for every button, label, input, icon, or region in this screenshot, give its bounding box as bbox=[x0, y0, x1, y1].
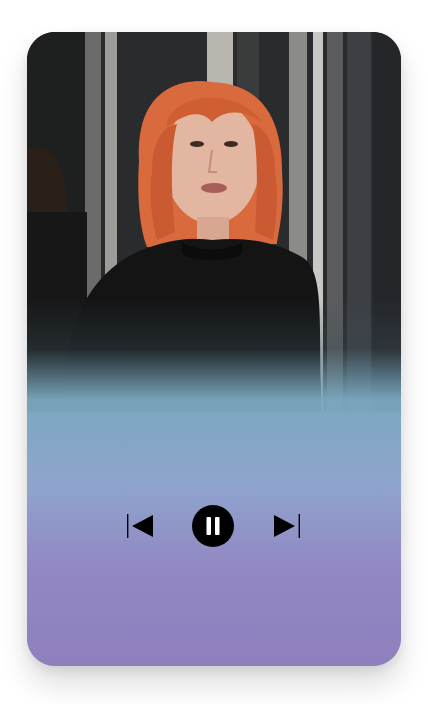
playback-controls bbox=[27, 502, 401, 552]
page bbox=[0, 0, 428, 704]
pause-button[interactable] bbox=[191, 504, 235, 548]
skip-previous-icon bbox=[127, 514, 153, 538]
skip-next-icon bbox=[274, 514, 300, 538]
pause-icon bbox=[192, 505, 234, 547]
previous-track-button[interactable] bbox=[126, 513, 154, 539]
next-track-button[interactable] bbox=[273, 513, 301, 539]
album-art-photo bbox=[27, 32, 401, 412]
music-player-card bbox=[27, 32, 401, 666]
